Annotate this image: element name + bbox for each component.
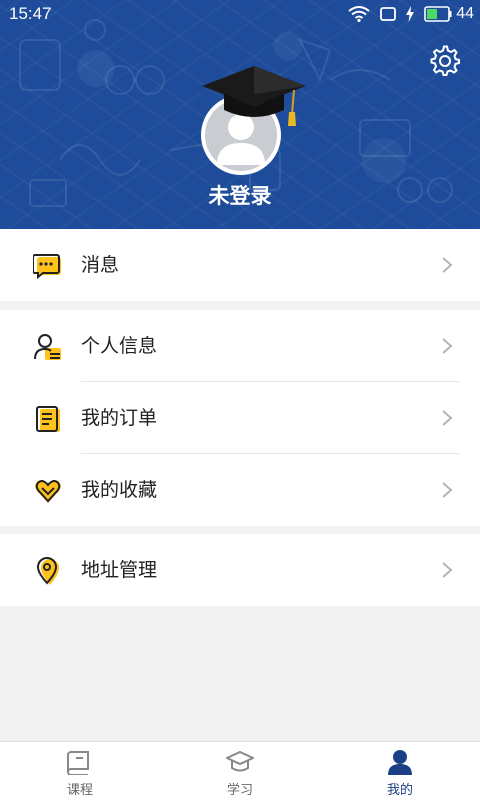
order-icon <box>36 406 60 432</box>
menu-group-account: 个人信息 我的订单 我的收藏 <box>0 310 480 526</box>
menu-item-label: 我的订单 <box>81 407 158 429</box>
chevron-right-icon <box>442 562 453 578</box>
menu-item-label: 我的收藏 <box>81 479 158 501</box>
chevron-right-icon <box>442 410 453 426</box>
charging-icon <box>406 6 415 22</box>
chevron-right-icon <box>442 338 453 354</box>
graduation-cap-decoration-icon <box>202 66 306 126</box>
menu-item-orders[interactable]: 我的订单 <box>0 382 480 454</box>
profile-info-icon <box>34 334 61 360</box>
menu-item-favorites[interactable]: 我的收藏 <box>0 454 480 526</box>
menu-item-label: 地址管理 <box>81 559 158 581</box>
profile-header: 15:47 44 未登录 <box>0 0 480 229</box>
wifi-icon <box>348 6 370 22</box>
heart-icon <box>35 480 61 503</box>
bottom-navigation: 课程 学习 我的 <box>0 741 480 800</box>
status-bar: 15:47 44 <box>0 0 480 28</box>
status-time: 15:47 <box>9 4 52 23</box>
menu-item-messages[interactable]: 消息 <box>0 229 480 301</box>
menu-item-label: 个人信息 <box>81 335 158 357</box>
menu-item-address-management[interactable]: 地址管理 <box>0 534 480 606</box>
gear-icon <box>430 45 460 76</box>
location-pin-icon <box>36 557 59 585</box>
battery-level: 44 <box>456 5 474 22</box>
tab-label: 学习 <box>226 783 253 798</box>
menu-item-profile-info[interactable]: 个人信息 <box>0 310 480 382</box>
login-status-label: 未登录 <box>208 184 272 208</box>
book-icon <box>67 751 89 775</box>
menu-group-address: 地址管理 <box>0 534 480 606</box>
tab-courses[interactable]: 课程 <box>0 742 160 800</box>
screen-cast-icon <box>380 7 397 21</box>
battery-icon <box>424 6 452 22</box>
menu-item-label: 消息 <box>81 254 120 276</box>
settings-button[interactable] <box>428 44 462 78</box>
message-icon <box>33 254 61 280</box>
chevron-right-icon <box>442 257 453 273</box>
menu-group-messages: 消息 <box>0 229 480 301</box>
tab-label: 我的 <box>386 783 413 798</box>
tab-label: 课程 <box>66 783 93 798</box>
user-icon <box>388 750 412 775</box>
chevron-right-icon <box>442 482 453 498</box>
tab-study[interactable]: 学习 <box>160 742 320 800</box>
tab-mine[interactable]: 我的 <box>320 742 480 800</box>
graduation-cap-icon <box>226 750 254 772</box>
